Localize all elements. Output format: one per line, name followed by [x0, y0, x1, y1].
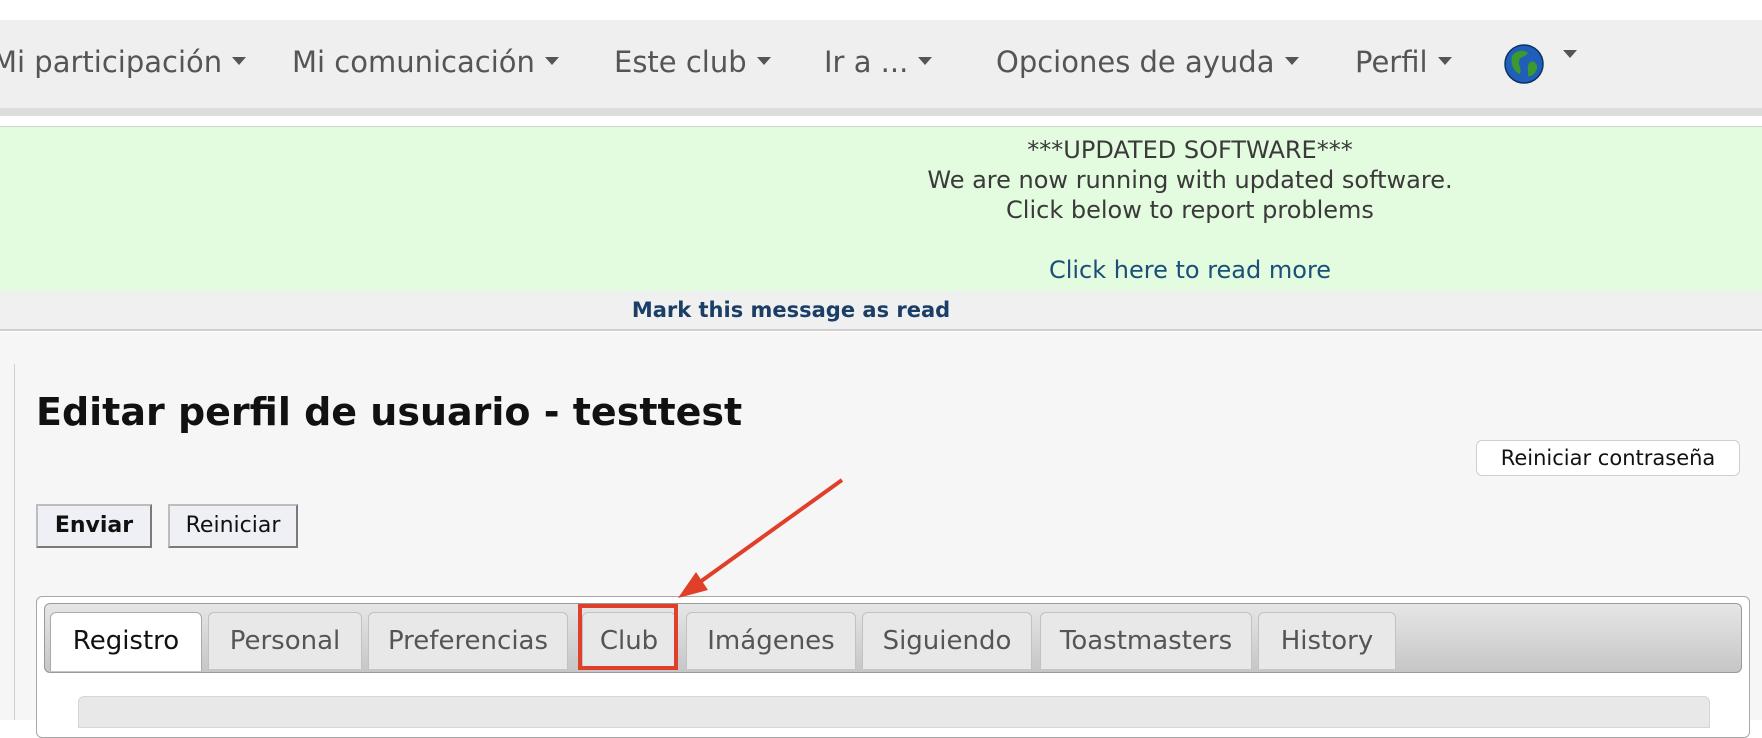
tab-personal[interactable]: Personal	[208, 612, 362, 669]
tab-imagenes[interactable]: Imágenes	[686, 612, 856, 669]
nav-menu-mi-participacion[interactable]: Mi participación	[0, 42, 247, 82]
globe-icon[interactable]	[1504, 44, 1544, 84]
nav-menu-label: Mi comunicación	[292, 45, 535, 79]
reset-password-button[interactable]: Reiniciar contraseña	[1476, 440, 1740, 476]
nav-menu-label: Opciones de ayuda	[996, 45, 1275, 79]
tab-preferencias[interactable]: Preferencias	[368, 612, 568, 669]
banner-heading: ***UPDATED SOFTWARE***	[1027, 136, 1353, 164]
mark-read-bar: Mark this message as read	[0, 291, 1762, 331]
nav-divider	[0, 108, 1762, 116]
reset-button[interactable]: Reiniciar	[168, 504, 298, 548]
banner-text: We are now running with updated software…	[927, 166, 1453, 194]
sidebar-edge	[0, 364, 15, 720]
tab-club[interactable]: Club	[582, 612, 676, 669]
nav-menu-este-club[interactable]: Este club	[614, 42, 771, 82]
nav-menu-perfil[interactable]: Perfil	[1355, 42, 1452, 82]
nav-menu-label: Este club	[614, 45, 747, 79]
submit-button[interactable]: Enviar	[36, 504, 152, 548]
tab-content-area	[78, 696, 1710, 728]
caret-down-icon[interactable]	[1563, 50, 1577, 58]
read-more-link[interactable]: Click here to read more	[1049, 256, 1331, 284]
nav-menu-label: Mi participación	[0, 45, 223, 79]
nav-menu-mi-comunicacion[interactable]: Mi comunicación	[292, 42, 559, 82]
nav-menu-label: Ir a ...	[824, 45, 909, 79]
nav-menu-label: Perfil	[1355, 45, 1428, 79]
announcement-banner: ***UPDATED SOFTWARE*** We are now runnin…	[0, 126, 1762, 292]
banner-text: Click below to report problems	[1006, 196, 1374, 224]
nav-menu-opciones-de-ayuda[interactable]: Opciones de ayuda	[996, 42, 1299, 82]
caret-down-icon	[918, 57, 933, 65]
tab-history[interactable]: History	[1258, 612, 1396, 669]
caret-down-icon	[544, 57, 559, 65]
caret-down-icon	[1437, 57, 1452, 65]
caret-down-icon	[756, 57, 771, 65]
tab-siguiendo[interactable]: Siguiendo	[862, 612, 1032, 669]
nav-menu-ir-a[interactable]: Ir a ...	[824, 42, 933, 82]
caret-down-icon	[232, 57, 247, 65]
tab-registro[interactable]: Registro	[50, 612, 202, 671]
top-navigation: Mi participación Mi comunicación Este cl…	[0, 20, 1762, 108]
mark-as-read-link[interactable]: Mark this message as read	[632, 298, 950, 322]
tab-toastmasters[interactable]: Toastmasters	[1040, 612, 1252, 669]
caret-down-icon	[1284, 57, 1299, 65]
page-title: Editar perfil de usuario - testtest	[36, 390, 743, 434]
